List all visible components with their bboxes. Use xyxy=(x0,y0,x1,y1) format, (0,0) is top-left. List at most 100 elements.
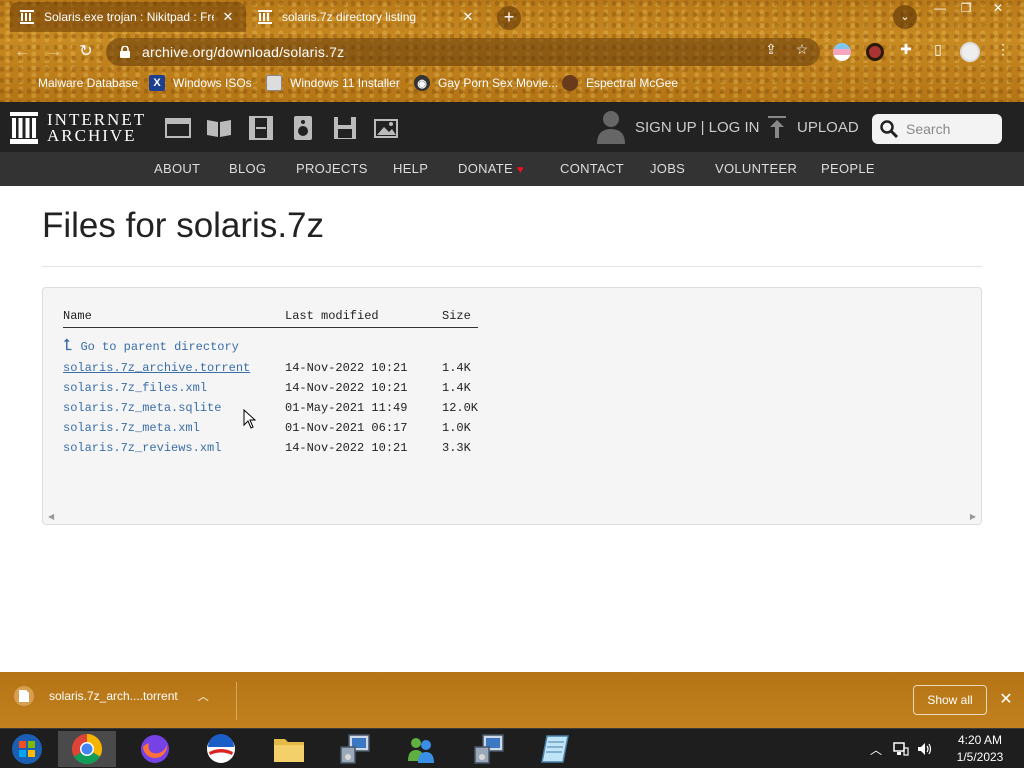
show-all-button[interactable]: Show all xyxy=(913,685,987,715)
mouse-cursor-icon xyxy=(243,409,257,429)
close-window-button[interactable]: ✕ xyxy=(984,0,1012,18)
system-clock[interactable]: 4:20 AM 1/5/2023 xyxy=(940,732,1020,766)
scroll-right-icon[interactable]: ▶ xyxy=(970,512,976,521)
share-icon[interactable]: ⇪ xyxy=(762,40,780,58)
setup-computer-icon xyxy=(340,734,370,764)
bookmark-star-icon[interactable]: ☆ xyxy=(793,40,811,58)
file-link[interactable]: solaris.7z_archive.torrent xyxy=(63,361,250,375)
tab-solaris-trojan[interactable]: Solaris.exe trojan : Nikitpad : Fre ✕ xyxy=(10,2,246,32)
bookmark-malware-database[interactable]: Malware Database xyxy=(14,75,138,91)
file-link[interactable]: solaris.7z_reviews.xml xyxy=(63,441,221,455)
volume-icon[interactable] xyxy=(917,729,933,768)
tab-strip: Solaris.exe trojan : Nikitpad : Fre ✕ so… xyxy=(0,0,1024,34)
file-link[interactable]: solaris.7z_meta.xml xyxy=(63,421,200,435)
tab-search-button[interactable]: ⌄ xyxy=(893,5,917,29)
upload-link[interactable]: UPLOAD xyxy=(768,102,859,152)
file-modified: 01-Nov-2021 06:17 xyxy=(285,420,408,435)
extension-flag-icon[interactable] xyxy=(833,43,851,61)
close-icon[interactable]: ✕ xyxy=(997,689,1015,709)
nav-projects[interactable]: PROJECTS xyxy=(296,161,368,176)
side-panel-icon[interactable]: ▯ xyxy=(929,40,947,58)
nav-about[interactable]: ABOUT xyxy=(154,161,200,176)
bookmark-windows-isos[interactable]: X Windows ISOs xyxy=(149,75,252,91)
file-link[interactable]: solaris.7z_meta.sqlite xyxy=(63,401,221,415)
parent-directory-link[interactable]: Go to parent directory xyxy=(80,340,238,354)
ia-search-box[interactable] xyxy=(872,114,1002,144)
extensions-puzzle-icon[interactable]: ✚ xyxy=(897,40,915,58)
nav-people[interactable]: PEOPLE xyxy=(821,161,875,176)
ia-search-input[interactable] xyxy=(906,121,1002,137)
taskbar-notepad[interactable] xyxy=(526,731,584,767)
download-item[interactable]: solaris.7z_arch....torrent ︿ xyxy=(14,686,209,706)
nav-volunteer[interactable]: VOLUNTEER xyxy=(715,161,797,176)
logo-line-2: ARCHIVE xyxy=(47,126,137,145)
close-tab-icon[interactable]: ✕ xyxy=(460,9,476,25)
browser-toolbar: ← → ↻ archive.org/download/solaris.7z ⇪ … xyxy=(0,34,1024,70)
file-size: 3.3K xyxy=(442,440,471,455)
signup-login-link[interactable]: SIGN UP | LOG IN xyxy=(596,102,759,152)
file-modified: 01-May-2021 11:49 xyxy=(285,400,408,415)
close-tab-icon[interactable]: ✕ xyxy=(220,9,236,25)
bookmark-label: Espectral McGee xyxy=(586,76,679,90)
taskbar-setup-app[interactable] xyxy=(326,731,384,767)
archive-temple-icon xyxy=(10,112,38,144)
site-icon: ◉ xyxy=(414,75,430,91)
start-button[interactable] xyxy=(0,731,54,767)
table-row: solaris.7z_meta.xml 01-Nov-2021 06:17 1.… xyxy=(63,418,478,438)
chevron-up-icon[interactable]: ︿ xyxy=(198,688,209,704)
back-button[interactable]: ← xyxy=(10,40,34,64)
address-text: archive.org/download/solaris.7z xyxy=(142,44,345,60)
parent-directory-row: ⮤ Go to parent directory xyxy=(63,328,478,358)
bookmarks-bar: Malware Database X Windows ISOs Windows … xyxy=(0,72,1024,96)
avatar-icon xyxy=(562,75,578,91)
file-modified: 14-Nov-2022 10:21 xyxy=(285,360,408,375)
bookmark-label: Windows 11 Installer xyxy=(290,76,400,90)
taskbar-file-explorer[interactable] xyxy=(260,731,318,767)
scroll-left-icon[interactable]: ◀ xyxy=(48,512,54,521)
taskbar-messenger[interactable] xyxy=(392,731,450,767)
restore-button[interactable]: ❐ xyxy=(952,0,980,18)
nav-help[interactable]: HELP xyxy=(393,161,428,176)
file-link[interactable]: solaris.7z_files.xml xyxy=(63,381,207,395)
bookmark-label: Malware Database xyxy=(38,76,139,90)
taskbar-firefox[interactable] xyxy=(126,731,184,767)
bookmark-site[interactable]: ◉ Gay Porn Sex Movie... xyxy=(414,75,558,91)
folder-icon xyxy=(274,739,304,762)
file-size: 1.4K xyxy=(442,360,471,375)
bookmark-espectral-mcgee[interactable]: Espectral McGee xyxy=(562,75,678,91)
x-icon: X xyxy=(149,75,165,91)
audio-speaker-icon[interactable] xyxy=(290,116,316,140)
network-icon[interactable] xyxy=(893,729,909,768)
bookmark-label: Gay Porn Sex Movie... xyxy=(438,76,559,90)
nav-donate[interactable]: DONATE ♥ xyxy=(458,161,524,176)
file-size: 1.4K xyxy=(442,380,471,395)
taskbar-setup-app-2[interactable] xyxy=(460,731,518,767)
browser-chrome: Solaris.exe trojan : Nikitpad : Fre ✕ so… xyxy=(0,0,1024,102)
column-size[interactable]: Size xyxy=(442,309,479,328)
address-bar[interactable]: archive.org/download/solaris.7z xyxy=(106,38,820,66)
nav-contact[interactable]: CONTACT xyxy=(560,161,624,176)
taskbar-obama-app[interactable] xyxy=(192,731,250,767)
extension-avatar-icon[interactable] xyxy=(866,43,884,61)
bookmark-windows-11-installer[interactable]: Windows 11 Installer xyxy=(266,75,400,91)
taskbar-chrome[interactable] xyxy=(58,731,116,767)
forward-button[interactable]: → xyxy=(42,40,66,64)
video-film-icon[interactable] xyxy=(248,116,274,140)
tray-overflow-icon[interactable]: ︿ xyxy=(870,729,882,768)
web-icon[interactable] xyxy=(165,116,191,140)
nav-jobs[interactable]: JOBS xyxy=(650,161,685,176)
column-last-modified[interactable]: Last modified xyxy=(285,309,442,328)
texts-book-icon[interactable] xyxy=(206,116,232,140)
images-icon[interactable] xyxy=(374,116,400,140)
profile-avatar-icon[interactable] xyxy=(960,42,980,62)
nav-blog[interactable]: BLOG xyxy=(229,161,266,176)
firefox-icon xyxy=(141,735,169,763)
minimize-button[interactable]: — xyxy=(926,0,954,18)
new-tab-button[interactable]: + xyxy=(497,6,521,30)
ia-logo[interactable]: INTERNET ARCHIVE xyxy=(10,111,146,145)
menu-kebab-icon[interactable]: ⋮ xyxy=(994,40,1012,58)
column-name[interactable]: Name xyxy=(63,309,285,328)
tab-directory-listing[interactable]: solaris.7z directory listing ✕ xyxy=(248,2,486,32)
reload-button[interactable]: ↻ xyxy=(74,40,98,64)
software-floppy-icon[interactable] xyxy=(332,116,358,140)
